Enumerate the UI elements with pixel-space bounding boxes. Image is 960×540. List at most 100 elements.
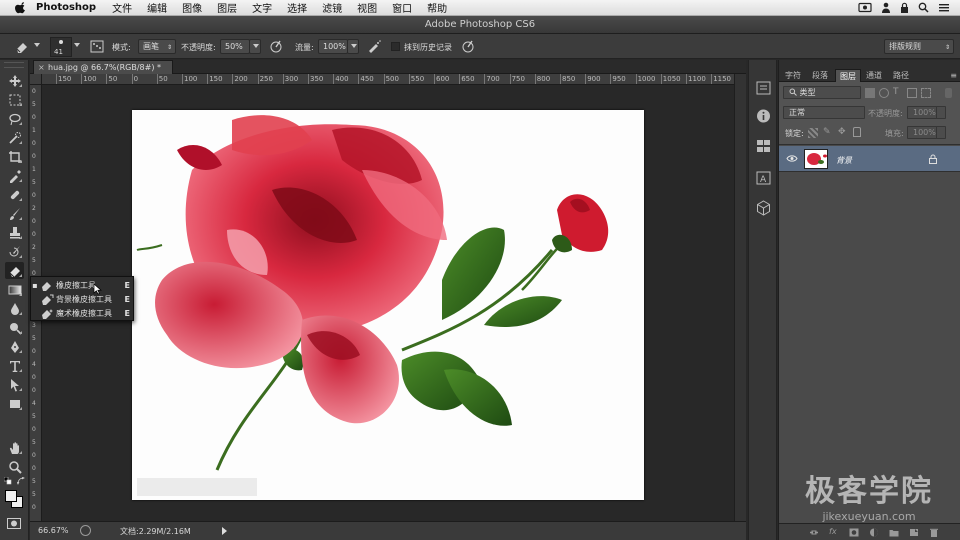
erase-history-checkbox[interactable] bbox=[391, 42, 400, 51]
brush-panel-toggle-icon[interactable] bbox=[89, 39, 105, 54]
filter-shape-icon[interactable] bbox=[907, 88, 917, 98]
ruler-origin[interactable] bbox=[30, 74, 42, 85]
new-layer-icon[interactable] bbox=[909, 528, 919, 537]
eyedropper-tool-icon[interactable] bbox=[5, 167, 24, 184]
brush-tool-icon[interactable] bbox=[5, 205, 24, 222]
character-panel-icon[interactable]: A bbox=[755, 170, 772, 186]
airbrush-icon[interactable] bbox=[366, 39, 382, 54]
horizontal-ruler[interactable]: 150 100 50 0 50 100 150 200 250 300 350 400 450 500 55… bbox=[42, 74, 734, 85]
pen-tool-icon[interactable] bbox=[5, 338, 24, 355]
flyout-item-background-eraser[interactable]: 背景橡皮擦工具 E bbox=[31, 292, 133, 306]
menu-image[interactable]: 图像 bbox=[182, 0, 202, 15]
canvas-area[interactable] bbox=[42, 85, 734, 521]
clone-stamp-tool-icon[interactable] bbox=[5, 224, 24, 241]
status-info-icon[interactable] bbox=[80, 525, 91, 536]
quick-mask-icon[interactable] bbox=[7, 518, 21, 529]
crop-tool-icon[interactable] bbox=[5, 148, 24, 165]
opacity-slider-button[interactable] bbox=[249, 39, 261, 54]
tab-channels[interactable]: 通道 bbox=[862, 69, 886, 82]
menu-edit[interactable]: 编辑 bbox=[147, 0, 167, 15]
list-icon[interactable] bbox=[938, 2, 950, 13]
lasso-tool-icon[interactable] bbox=[5, 110, 24, 127]
swap-colors-icon[interactable] bbox=[17, 477, 26, 485]
default-colors-icon[interactable] bbox=[4, 477, 12, 485]
panel-menu-icon[interactable]: ≡ bbox=[950, 71, 957, 80]
history-panel-icon[interactable] bbox=[755, 80, 772, 96]
eraser-preset-icon[interactable] bbox=[14, 39, 30, 54]
search-icon[interactable] bbox=[918, 2, 929, 13]
layer-name[interactable]: 背景 bbox=[836, 155, 852, 166]
3d-panel-icon[interactable] bbox=[755, 200, 772, 216]
flow-input[interactable]: 100% bbox=[318, 39, 348, 54]
new-group-icon[interactable] bbox=[889, 528, 899, 537]
adjustment-layer-icon[interactable] bbox=[869, 528, 879, 537]
quick-select-tool-icon[interactable] bbox=[5, 129, 24, 146]
lock-transparent-icon[interactable] bbox=[808, 128, 818, 138]
path-select-tool-icon[interactable] bbox=[5, 376, 24, 393]
lock-position-icon[interactable]: ✥ bbox=[838, 127, 848, 137]
info-panel-icon[interactable] bbox=[755, 108, 772, 124]
menu-filter[interactable]: 滤镜 bbox=[322, 0, 342, 15]
screen-record-icon[interactable] bbox=[858, 2, 872, 13]
delete-layer-icon[interactable] bbox=[929, 528, 939, 537]
filter-toggle-icon[interactable] bbox=[945, 88, 952, 98]
hand-tool-icon[interactable] bbox=[5, 439, 24, 456]
filter-type-icon[interactable]: T bbox=[893, 87, 903, 97]
menu-window[interactable]: 窗口 bbox=[392, 0, 412, 15]
vertical-scrollbar[interactable] bbox=[734, 74, 746, 521]
dodge-tool-icon[interactable] bbox=[5, 319, 24, 336]
document-canvas[interactable] bbox=[132, 110, 644, 500]
marquee-tool-icon[interactable] bbox=[5, 91, 24, 108]
lock-all-icon[interactable] bbox=[853, 127, 861, 137]
link-layers-icon[interactable] bbox=[809, 528, 819, 537]
preset-dropdown-arrow-icon[interactable] bbox=[34, 43, 40, 47]
flow-slider-button[interactable] bbox=[347, 39, 359, 54]
person-icon[interactable] bbox=[881, 2, 891, 13]
document-tab[interactable]: × hua.jpg @ 66.7%(RGB/8#) * bbox=[33, 60, 173, 74]
filter-kind-select[interactable]: 类型 bbox=[783, 86, 861, 99]
filter-adjustment-icon[interactable] bbox=[879, 88, 889, 98]
blend-mode-select[interactable]: 正常 bbox=[783, 106, 865, 119]
lock-image-icon[interactable]: ✎ bbox=[823, 127, 833, 137]
type-tool-icon[interactable] bbox=[5, 357, 24, 374]
blur-tool-icon[interactable] bbox=[5, 300, 24, 317]
mode-select[interactable]: 画笔 ⇕ bbox=[138, 39, 176, 54]
move-tool-icon[interactable] bbox=[5, 72, 24, 89]
add-mask-icon[interactable] bbox=[849, 528, 859, 537]
menu-type[interactable]: 文字 bbox=[252, 0, 272, 15]
swatches-panel-icon[interactable] bbox=[755, 138, 772, 154]
flyout-item-magic-eraser[interactable]: 魔术橡皮擦工具 E bbox=[31, 306, 133, 320]
eye-visibility-icon[interactable] bbox=[786, 154, 798, 163]
pressure-opacity-icon[interactable] bbox=[268, 39, 284, 54]
eraser-tool-icon[interactable] bbox=[5, 262, 24, 279]
fill-input[interactable]: 100% bbox=[907, 126, 937, 139]
menu-view[interactable]: 视图 bbox=[357, 0, 377, 15]
layer-opacity-input[interactable]: 100% bbox=[907, 106, 937, 119]
add-layer-style-button[interactable]: fx bbox=[829, 527, 837, 536]
apple-logo-icon[interactable] bbox=[14, 1, 28, 14]
workspace-select[interactable]: 排版规则 ⇕ bbox=[884, 39, 954, 54]
zoom-level[interactable]: 66.67% bbox=[38, 526, 69, 535]
fill-arrow[interactable] bbox=[936, 126, 946, 139]
opacity-input[interactable]: 50% bbox=[220, 39, 250, 54]
zoom-tool-icon[interactable] bbox=[5, 458, 24, 475]
lock-icon[interactable] bbox=[900, 2, 909, 13]
tab-character[interactable]: 字符 bbox=[781, 69, 805, 82]
tab-layers[interactable]: 图层 bbox=[835, 69, 861, 82]
layer-opacity-arrow[interactable] bbox=[936, 106, 946, 119]
pressure-size-icon[interactable] bbox=[460, 39, 476, 54]
filter-smart-object-icon[interactable] bbox=[921, 88, 931, 98]
close-tab-icon[interactable]: × bbox=[38, 61, 45, 74]
menu-help[interactable]: 帮助 bbox=[427, 0, 447, 15]
healing-brush-tool-icon[interactable] bbox=[5, 186, 24, 203]
tab-paragraph[interactable]: 段落 bbox=[808, 69, 832, 82]
menu-layer[interactable]: 图层 bbox=[217, 0, 237, 15]
brush-size-picker[interactable]: 41 bbox=[50, 37, 72, 57]
menu-select[interactable]: 选择 bbox=[287, 0, 307, 15]
filter-pixel-icon[interactable] bbox=[865, 88, 875, 98]
layer-row-background[interactable]: 背景 bbox=[779, 146, 960, 172]
app-menu-photoshop[interactable]: Photoshop bbox=[36, 2, 96, 13]
tab-paths[interactable]: 路径 bbox=[889, 69, 913, 82]
status-menu-arrow-icon[interactable] bbox=[222, 527, 227, 535]
gradient-tool-icon[interactable] bbox=[5, 281, 24, 298]
